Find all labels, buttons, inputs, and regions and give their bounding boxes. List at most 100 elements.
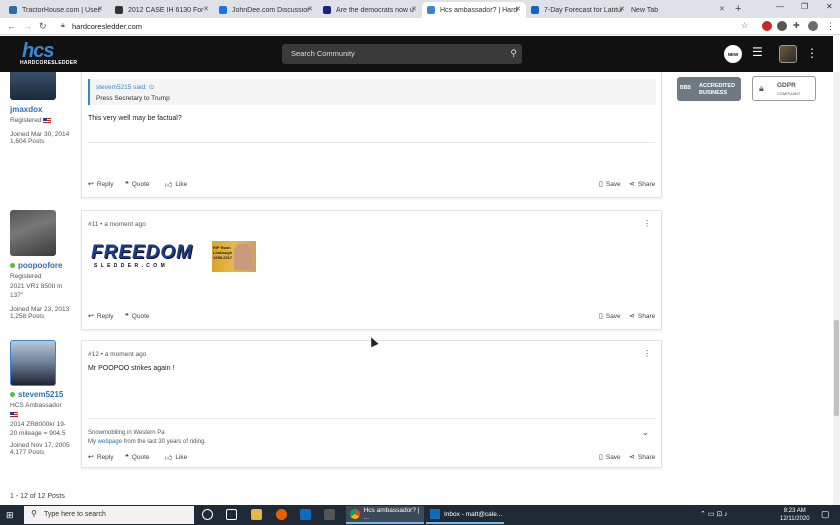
expand-quote-icon: ⊙ — [148, 84, 155, 91]
quote-button[interactable]: ❝ Quote — [125, 453, 150, 462]
divider — [88, 418, 655, 419]
browser-tab[interactable]: New Tab ✕ — [630, 2, 730, 18]
windows-start-icon[interactable]: ⊞ — [6, 510, 14, 521]
more-options-icon[interactable]: ⋮ — [806, 46, 818, 60]
notification-icon[interactable]: ▢ — [821, 509, 830, 520]
search-input[interactable]: Search Community ⚲ — [282, 44, 522, 64]
tab-favicon-icon — [219, 6, 227, 14]
taskbar-chrome-window[interactable]: Hcs ambassador? | ... — [346, 506, 424, 524]
browser-tab-active[interactable]: Hcs ambassador? | Hardco ✕ — [422, 2, 526, 18]
like-button[interactable]: 👍︎ Like — [165, 180, 187, 189]
site-logo[interactable]: hcs HARDCORESLEDDER — [20, 40, 77, 67]
avatar[interactable] — [10, 210, 56, 256]
address-bar[interactable]: 🔒︎ hardcoresledder.com — [58, 19, 748, 33]
post-number[interactable]: #11 — [88, 221, 98, 228]
back-arrow-icon[interactable]: ← — [7, 21, 16, 31]
online-indicator — [10, 392, 15, 397]
browser-toolbar: ← → ↻ 🔒︎ hardcoresledder.com ☆ ✚ ⋮ — [0, 18, 840, 35]
username-link[interactable]: poopoofore — [18, 261, 62, 270]
tab-favicon-icon — [323, 6, 331, 14]
maximize-button[interactable]: ❐ — [801, 2, 808, 11]
like-button[interactable]: 👍︎ Like — [165, 453, 187, 462]
browser-tab[interactable]: TractorHouse.com | Used T ✕ — [4, 2, 108, 18]
chevron-down-icon[interactable]: ⌄ — [641, 427, 649, 438]
puzzle-extensions-icon[interactable]: ✚ — [793, 21, 800, 30]
taskbar-search-input[interactable]: ⚲ Type here to search — [24, 506, 194, 524]
list-icon[interactable]: ☰ — [752, 46, 763, 58]
close-icon[interactable]: ✕ — [515, 5, 521, 13]
user-info: jmaxdox Registered Joined Mar 30, 2014 1… — [10, 105, 70, 145]
divider — [88, 142, 655, 143]
avatar[interactable] — [10, 340, 56, 386]
file-explorer-icon[interactable] — [251, 509, 262, 520]
online-indicator — [10, 263, 15, 268]
quote-button[interactable]: ❝ Quote — [125, 180, 150, 189]
browser-tab[interactable]: Are the democrats now us ✕ — [318, 2, 422, 18]
bbb-logo-icon: BBB — [680, 85, 691, 91]
browser-tab[interactable]: 2012 CASE IH 6130 For Sal✕ — [110, 2, 214, 18]
close-icon[interactable]: ✕ — [411, 5, 417, 13]
avatar[interactable] — [10, 72, 56, 100]
new-tab-button[interactable]: + — [735, 3, 741, 15]
app-icon[interactable] — [324, 509, 335, 520]
reply-button[interactable]: ↩ Reply — [88, 312, 114, 321]
forward-arrow-icon[interactable]: → — [23, 21, 32, 31]
signature-image: RIP Rush Limbaugh 1998-2017 — [212, 241, 256, 272]
close-icon[interactable]: ✕ — [307, 5, 313, 13]
minimize-button[interactable]: — — [776, 2, 784, 11]
post-menu-icon[interactable]: ⋮ — [643, 219, 651, 228]
quote-button[interactable]: ❝ Quote — [125, 312, 150, 321]
quote-author-link[interactable]: stevem5215 said: ⊙ — [96, 83, 154, 91]
gdpr-badge[interactable]: 🔒︎ GDPR COMPLIANT — [752, 76, 816, 101]
browser-menu-icon[interactable]: ⋮ — [826, 21, 835, 32]
post-menu-icon[interactable]: ⋮ — [643, 349, 651, 358]
reply-button[interactable]: ↩ Reply — [88, 180, 114, 189]
search-icon: ⚲ — [31, 509, 37, 518]
quote-icon: ❝ — [125, 454, 129, 461]
task-view-icon[interactable] — [226, 509, 237, 520]
post-card: #12 • a moment ago ⋮ Mr POOPOO strikes a… — [81, 340, 662, 468]
profile-avatar[interactable] — [808, 21, 818, 31]
cortana-icon[interactable] — [202, 509, 213, 520]
bookmark-star-icon[interactable]: ☆ — [741, 21, 748, 30]
share-button[interactable]: ⋖ Share — [629, 453, 655, 462]
close-icon[interactable]: ✕ — [203, 5, 209, 13]
user-avatar[interactable] — [779, 45, 797, 63]
browser-tab[interactable]: 7-Day Forecast for Latitud ✕ — [526, 2, 630, 18]
scrollbar-thumb[interactable] — [834, 320, 839, 416]
firefox-icon[interactable] — [276, 509, 287, 520]
username-link[interactable]: jmaxdox — [10, 105, 69, 114]
save-button[interactable]: ▯ Save — [599, 453, 621, 462]
page-scrollbar[interactable] — [833, 72, 840, 505]
close-icon[interactable]: ✕ — [97, 5, 103, 13]
like-icon: 👍︎ — [165, 455, 173, 462]
window-close-button[interactable]: ✕ — [826, 2, 833, 11]
extension-icon[interactable] — [762, 21, 772, 31]
browser-tab[interactable]: JohnDee.com Discussion B ✕ — [214, 2, 318, 18]
reply-button[interactable]: ↩ Reply — [88, 453, 114, 462]
taskbar-clock[interactable]: 8:23 AM 12/11/2020 — [780, 507, 810, 523]
new-content-button[interactable]: NEW — [724, 45, 742, 63]
share-button[interactable]: ⋖ Share — [629, 312, 655, 321]
system-tray-icons[interactable]: ⌃ ▭ ⊡ ♪ — [700, 510, 728, 518]
search-icon[interactable]: ⚲ — [510, 48, 517, 59]
post-number[interactable]: #12 — [88, 351, 99, 358]
close-icon[interactable]: ✕ — [619, 5, 625, 13]
reload-icon[interactable]: ↻ — [39, 21, 47, 32]
post-body: Mr POOPOO strikes again ! — [88, 365, 175, 372]
reply-icon: ↩ — [88, 454, 94, 461]
webpage-link[interactable]: webpage — [98, 439, 122, 445]
taskbar-outlook-window[interactable]: Inbox - matt@cale... — [426, 506, 504, 524]
bbb-badge[interactable]: BBB ACCREDITED BUSINESS — [677, 77, 741, 101]
username-link[interactable]: stevem5215 — [18, 390, 63, 399]
share-button[interactable]: ⋖ Share — [629, 180, 655, 189]
extension-icon[interactable] — [777, 21, 787, 31]
outlook-icon[interactable] — [300, 509, 311, 520]
save-button[interactable]: ▯ Save — [599, 180, 621, 189]
pagination-summary: 1 - 12 of 12 Posts — [10, 493, 65, 500]
save-button[interactable]: ▯ Save — [599, 312, 621, 321]
close-icon[interactable]: ✕ — [719, 5, 725, 13]
quote-icon: ❝ — [125, 181, 129, 188]
tab-favicon-icon — [9, 6, 17, 14]
bookmark-icon: ▯ — [599, 313, 603, 320]
